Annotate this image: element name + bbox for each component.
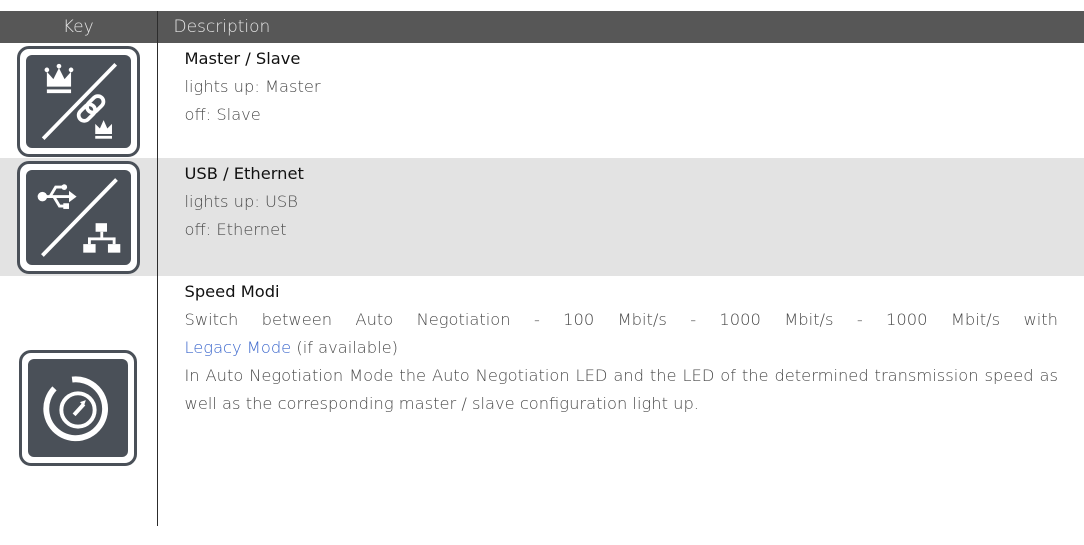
row-title: Master / Slave bbox=[184, 49, 301, 68]
description-column-header: Description bbox=[157, 11, 1084, 43]
master-slave-key[interactable] bbox=[16, 46, 140, 157]
speed-modi-key[interactable] bbox=[19, 350, 138, 466]
key-cell bbox=[0, 276, 158, 526]
row-title: Speed Modi bbox=[184, 282, 280, 301]
keys-table: Key Description Master / Slave lights up… bbox=[0, 11, 1084, 526]
speed-modi-icon bbox=[28, 359, 129, 457]
row-line: Switch between Auto Negotiation - 100 Mb… bbox=[184, 310, 1059, 329]
usb-ethernet-key[interactable] bbox=[16, 161, 140, 274]
usb-ethernet-icon bbox=[25, 170, 131, 265]
row-line: Legacy Mode (if available) bbox=[185, 334, 1059, 362]
row-line: off: Slave bbox=[184, 105, 261, 124]
row-line: lights up: Master bbox=[184, 77, 321, 96]
key-cell bbox=[0, 43, 158, 158]
row-line: lights up: USB bbox=[184, 192, 298, 211]
key-cell bbox=[0, 158, 158, 276]
master-slave-icon bbox=[25, 55, 131, 148]
table-header-row: Key Description bbox=[0, 11, 1084, 43]
row-line-suffix: (if available) bbox=[291, 338, 398, 357]
key-column-header: Key bbox=[0, 11, 158, 43]
row-title: USB / Ethernet bbox=[184, 164, 304, 183]
description-cell: Speed Modi Switch between Auto Negotiati… bbox=[157, 276, 1084, 526]
table-row-master-slave: Master / Slave lights up: Master off: Sl… bbox=[0, 43, 1084, 158]
legacy-mode-link[interactable]: Legacy Mode bbox=[185, 338, 292, 357]
row-line: In Auto Negotiation Mode the Auto Negoti… bbox=[184, 366, 1059, 413]
row-line: off: Ethernet bbox=[184, 220, 287, 239]
table-row-speed-modi: Speed Modi Switch between Auto Negotiati… bbox=[0, 276, 1084, 526]
table-row-usb-ethernet: USB / Ethernet lights up: USB off: Ether… bbox=[0, 158, 1084, 276]
description-cell: Master / Slave lights up: Master off: Sl… bbox=[157, 43, 1084, 158]
description-cell: USB / Ethernet lights up: USB off: Ether… bbox=[157, 158, 1084, 276]
